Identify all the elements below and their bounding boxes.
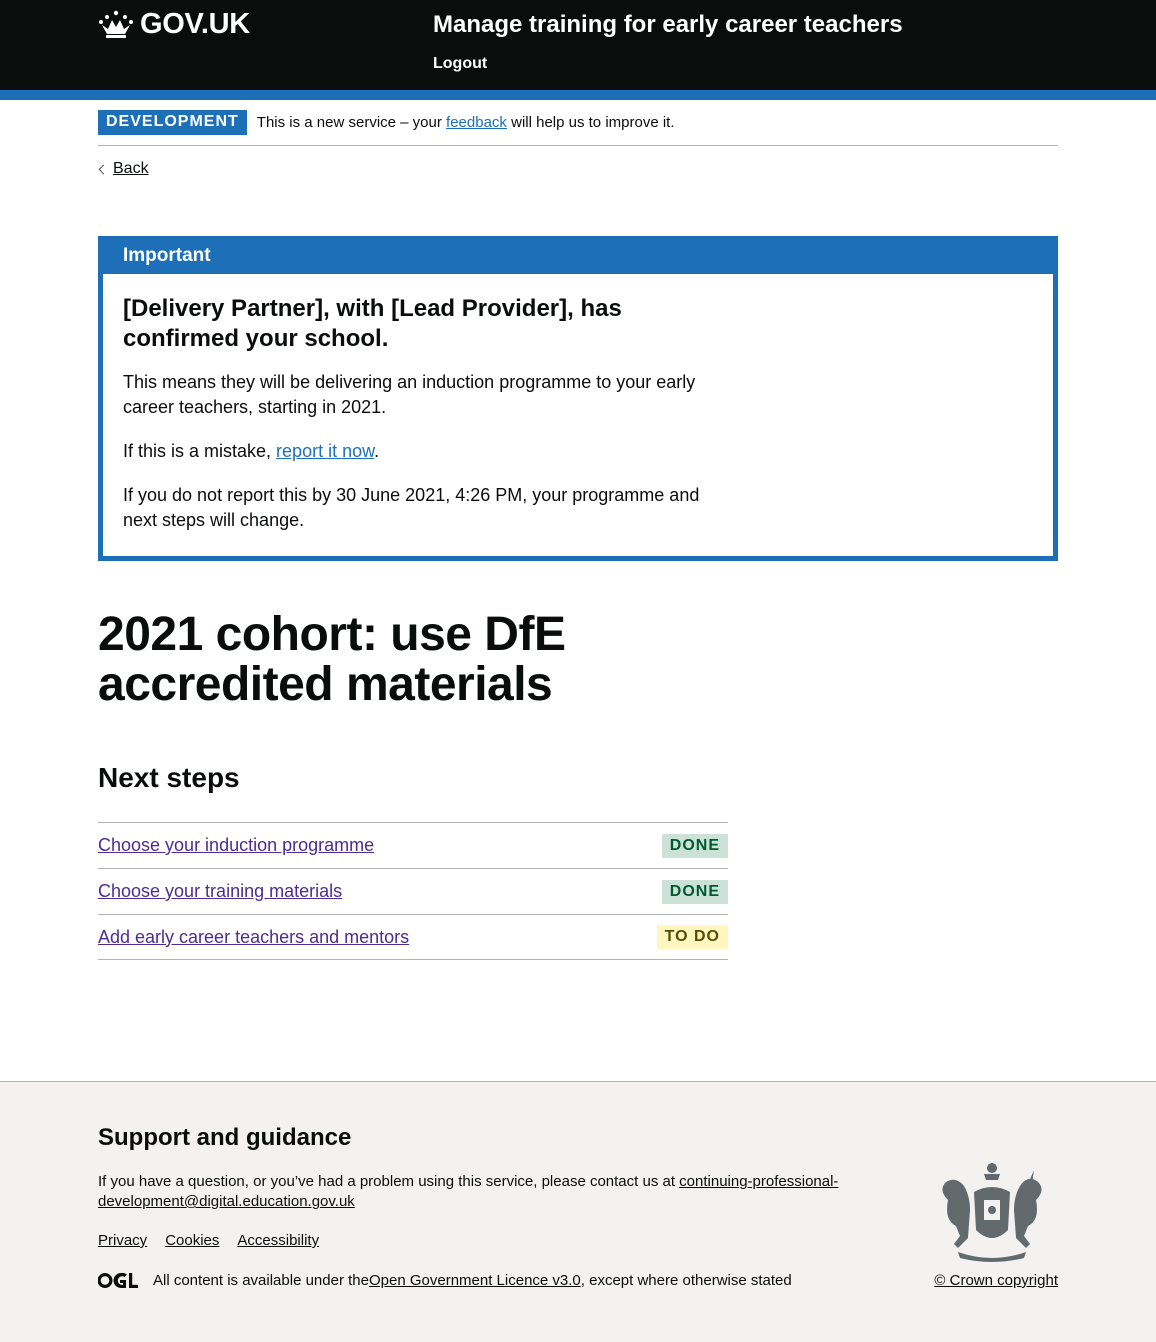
crown-copyright: © Crown copyright bbox=[934, 1272, 1058, 1289]
task-list-item: Choose your induction programme DONE bbox=[98, 822, 728, 868]
footer-contact-before: If you have a question, or you’ve had a … bbox=[98, 1173, 680, 1190]
status-badge: TO DO bbox=[656, 925, 728, 949]
phase-tag: DEVELOPMENT bbox=[98, 110, 247, 135]
notification-p2-before: If this is a mistake, bbox=[123, 441, 277, 461]
notification-banner: Important [Delivery Partner], with [Lead… bbox=[98, 236, 1058, 561]
notification-heading: [Delivery Partner], with [Lead Provider]… bbox=[123, 295, 622, 352]
footer-title: Support and guidance bbox=[98, 1124, 352, 1151]
notification-banner-content: [Delivery Partner], with [Lead Provider]… bbox=[103, 274, 733, 533]
licence-statement: All content is available under the Open … bbox=[98, 1272, 792, 1289]
page-title: 2021 cohort: use DfE accredited material… bbox=[98, 608, 566, 711]
crown-copyright-link[interactable]: © Crown copyright bbox=[934, 1272, 1058, 1289]
notification-paragraph-3: If you do not report this by 30 June 202… bbox=[123, 485, 700, 530]
licence-text-after: , except where otherwise stated bbox=[580, 1272, 792, 1289]
notification-banner-title: Important bbox=[103, 241, 1053, 274]
phase-text: This is a new service – your feedback wi… bbox=[257, 110, 675, 135]
footer-links: Privacy Cookies Accessibility bbox=[98, 1232, 319, 1249]
footer-contact-text: If you have a question, or you’ve had a … bbox=[98, 1172, 868, 1212]
site-header: GOV.UK Manage training for early career … bbox=[0, 0, 1156, 100]
footer-link-cookies[interactable]: Cookies bbox=[165, 1232, 219, 1249]
royal-coat-of-arms-icon bbox=[942, 1163, 1042, 1262]
task-link-training-materials[interactable]: Choose your training materials bbox=[98, 881, 342, 902]
crown-icon bbox=[99, 10, 133, 38]
notification-paragraph-2: If this is a mistake, report it now. bbox=[123, 439, 713, 464]
ogl-licence-link[interactable]: Open Government Licence v3.0 bbox=[369, 1272, 581, 1289]
govuk-logo-text: GOV.UK bbox=[140, 8, 250, 40]
status-badge: DONE bbox=[661, 833, 728, 858]
feedback-link[interactable]: feedback bbox=[446, 114, 507, 131]
licence-text-before: All content is available under the bbox=[153, 1272, 369, 1289]
back-link-container: Back bbox=[98, 160, 1058, 178]
task-link-add-teachers-mentors[interactable]: Add early career teachers and mentors bbox=[98, 927, 409, 948]
footer-link-accessibility[interactable]: Accessibility bbox=[237, 1232, 319, 1249]
header-blue-stripe bbox=[0, 90, 1156, 100]
footer-link-privacy[interactable]: Privacy bbox=[98, 1232, 147, 1249]
phase-text-after: will help us to improve it. bbox=[506, 114, 675, 131]
notification-paragraph-1: This means they will be delivering an in… bbox=[123, 372, 696, 417]
back-link[interactable]: Back bbox=[113, 160, 149, 178]
site-footer: Support and guidance If you have a quest… bbox=[0, 1081, 1156, 1342]
logout-link[interactable]: Logout bbox=[433, 55, 487, 73]
phase-text-before: This is a new service – your bbox=[256, 114, 447, 131]
govuk-logo-link[interactable]: GOV.UK bbox=[98, 8, 250, 41]
status-badge: DONE bbox=[661, 879, 728, 904]
notification-p2-after: . bbox=[374, 441, 380, 461]
phase-banner: DEVELOPMENT This is a new service – your… bbox=[98, 110, 1058, 146]
task-link-induction-programme[interactable]: Choose your induction programme bbox=[98, 835, 374, 856]
task-list: Choose your induction programme DONE Cho… bbox=[98, 822, 728, 960]
next-steps-heading: Next steps bbox=[98, 762, 240, 793]
chevron-left-icon bbox=[98, 164, 109, 174]
service-name-link[interactable]: Manage training for early career teacher… bbox=[433, 11, 903, 39]
ogl-logo-icon bbox=[98, 1272, 138, 1288]
report-it-now-link[interactable]: report it now bbox=[276, 441, 374, 461]
task-list-item: Add early career teachers and mentors TO… bbox=[98, 914, 728, 960]
task-list-item: Choose your training materials DONE bbox=[98, 868, 728, 914]
